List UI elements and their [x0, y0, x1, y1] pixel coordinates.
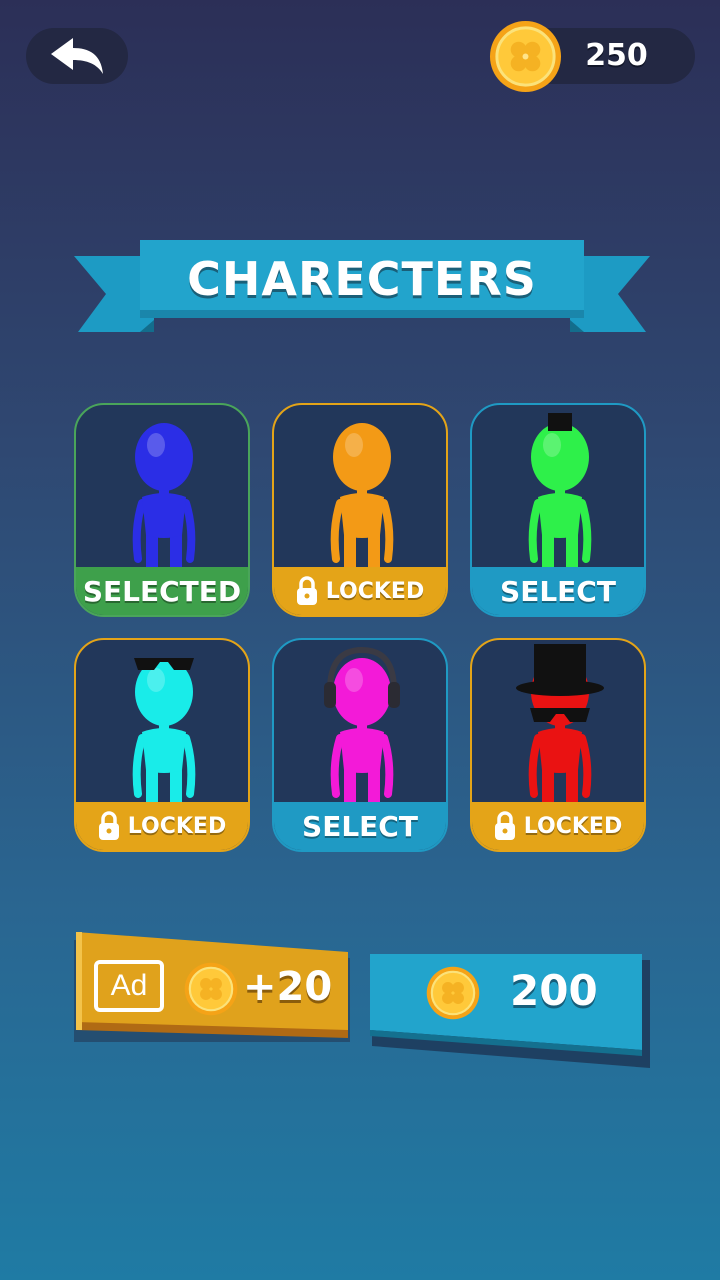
back-button[interactable]	[26, 28, 128, 84]
character-card-red[interactable]: LOCKED	[470, 638, 646, 852]
buy-character-button[interactable]: 200	[366, 950, 652, 1072]
status-selected: SELECTED	[76, 567, 248, 615]
status-label: LOCKED	[325, 578, 425, 604]
status-locked: LOCKED	[274, 567, 446, 615]
page-title: CHARECTERS	[187, 252, 537, 306]
character-body	[132, 423, 196, 571]
character-card-blue[interactable]: SELECTED	[74, 403, 250, 617]
padlock-icon	[296, 576, 317, 605]
ad-reward-amount: +20	[243, 964, 333, 1010]
status-label: LOCKED	[523, 813, 623, 839]
character-grid: SELECTED LOCKED SELECT LOCKED SELECT LOC…	[74, 403, 646, 852]
status-label: SELECTED	[82, 574, 242, 608]
status-label: SELECT	[500, 574, 616, 608]
status-label: LOCKED	[127, 813, 227, 839]
watch-ad-button[interactable]: Ad +20	[72, 930, 354, 1046]
status-locked: LOCKED	[472, 802, 644, 850]
character-card-cyan[interactable]: LOCKED	[74, 638, 250, 852]
character-card-magenta[interactable]: SELECT	[272, 638, 448, 852]
select-button[interactable]: SELECT	[274, 802, 446, 850]
status-locked: LOCKED	[76, 802, 248, 850]
character-card-green[interactable]: SELECT	[470, 403, 646, 617]
ad-badge: Ad	[94, 960, 164, 1012]
padlock-icon	[98, 811, 119, 840]
padlock-icon	[494, 811, 515, 840]
character-card-orange[interactable]: LOCKED	[272, 403, 448, 617]
clover-coin-icon	[184, 962, 238, 1016]
buy-button-shape	[370, 954, 650, 1068]
select-button[interactable]: SELECT	[472, 567, 644, 615]
character-magenta	[324, 646, 400, 806]
status-label: SELECT	[302, 809, 418, 843]
character-blue	[132, 423, 196, 571]
clover-coin-icon	[489, 20, 562, 93]
character-cyan	[132, 658, 196, 806]
back-arrow-icon	[51, 38, 103, 74]
price-label: 200	[510, 966, 598, 1015]
character-red	[516, 644, 604, 806]
clover-coin-icon	[426, 966, 480, 1020]
character-green	[528, 413, 592, 571]
character-orange	[330, 423, 394, 571]
